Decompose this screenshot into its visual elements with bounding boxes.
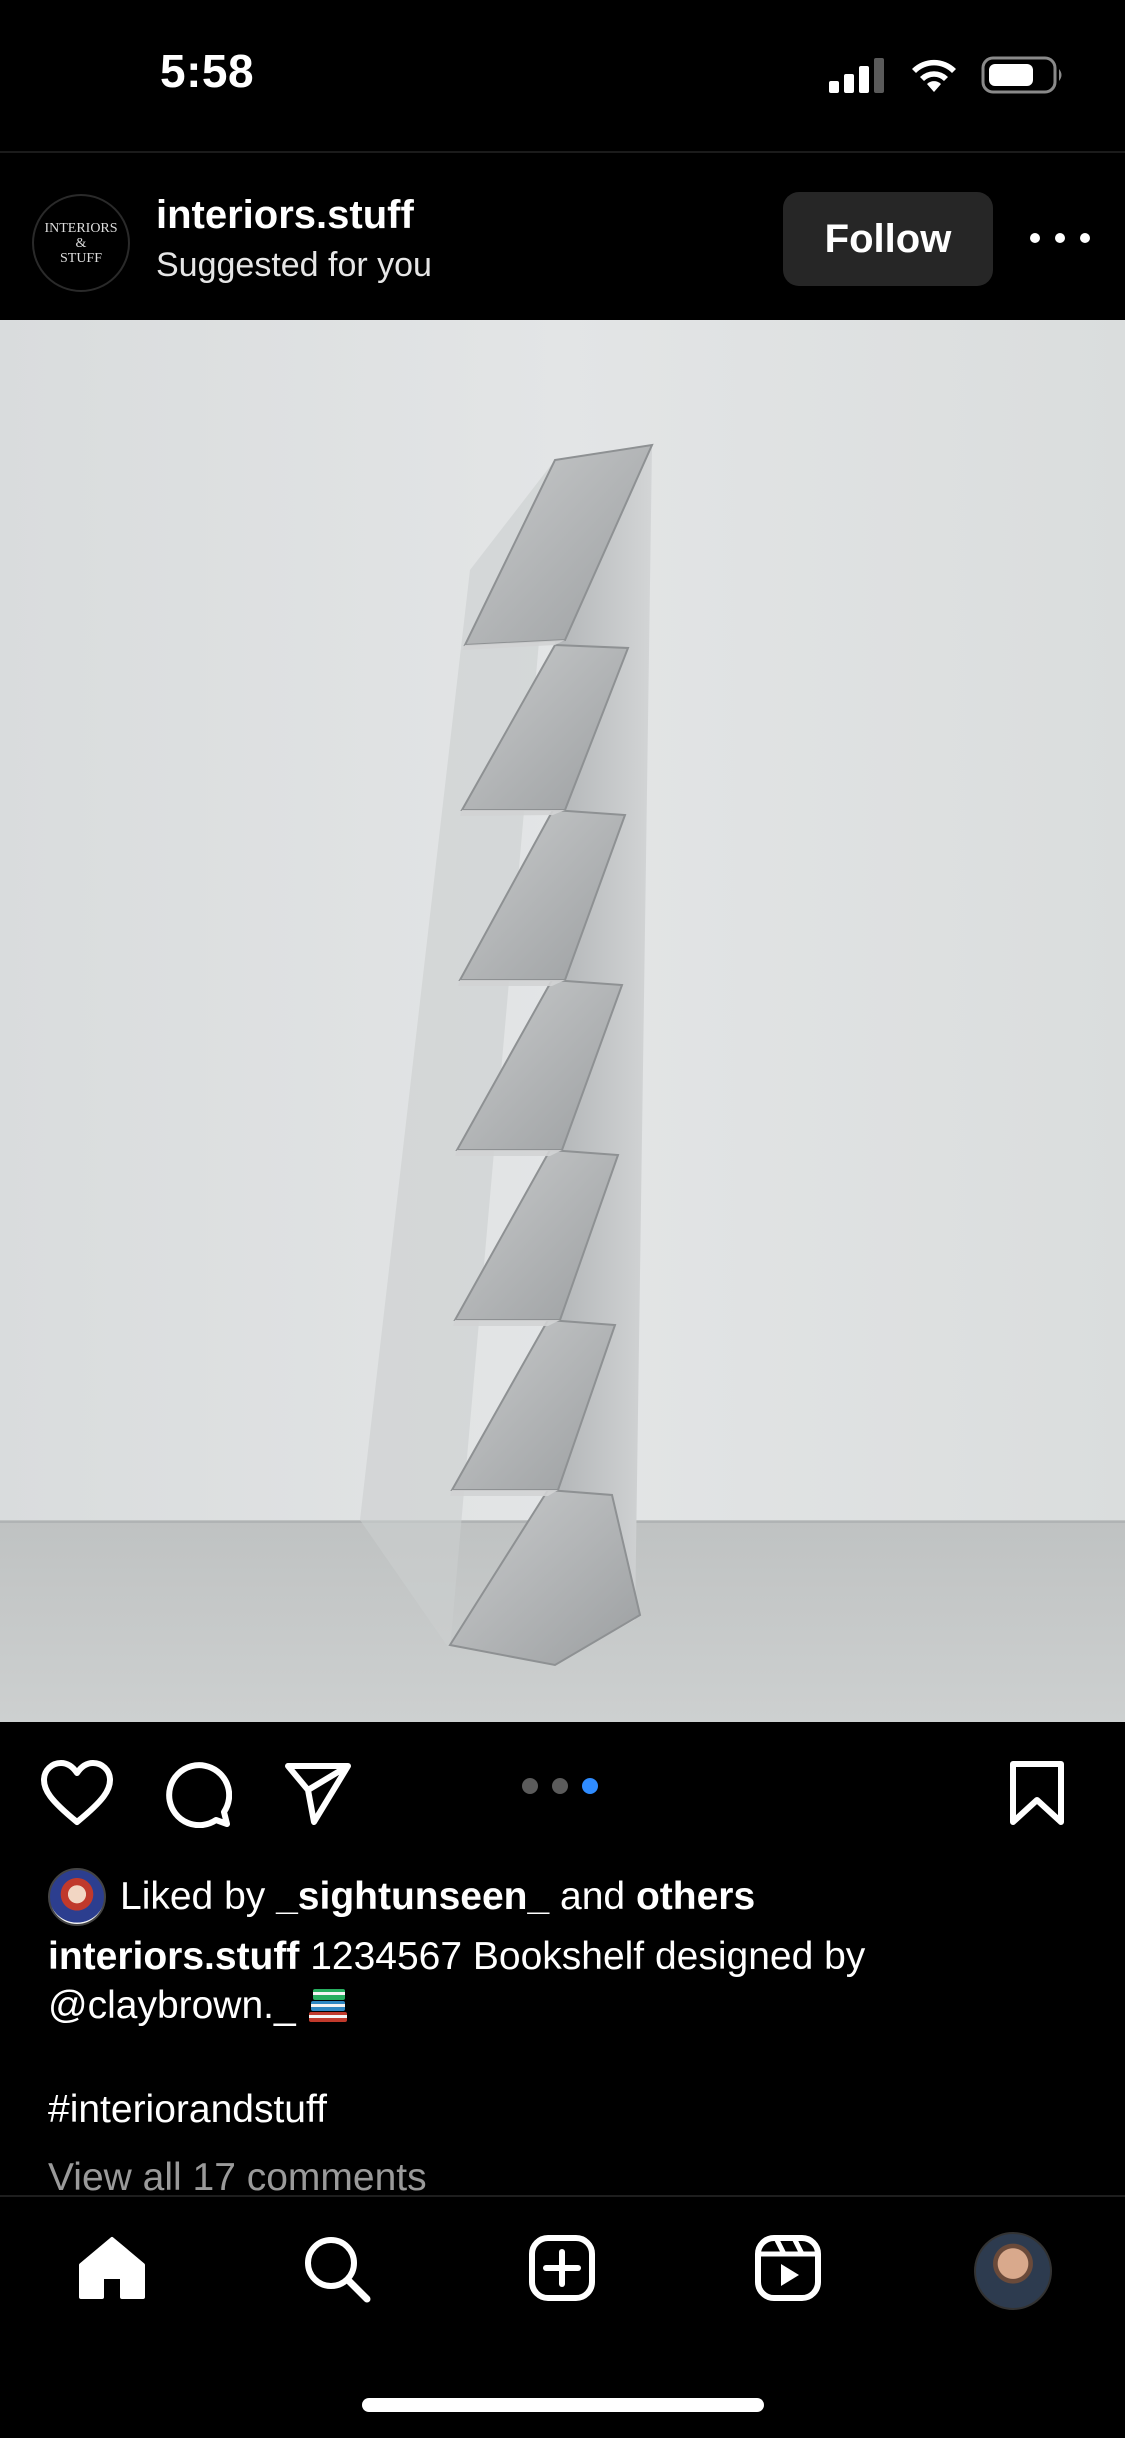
- account-avatar[interactable]: INTERIORS & STUFF: [32, 194, 130, 292]
- home-icon[interactable]: [76, 2232, 148, 2304]
- reels-icon[interactable]: [752, 2232, 824, 2304]
- carousel-dot-active: [582, 1778, 598, 1794]
- comment-icon[interactable]: [164, 1760, 232, 1828]
- carousel-indicator: [522, 1778, 598, 1794]
- likes-others-link[interactable]: others: [636, 1875, 755, 1918]
- likes-text: Liked by _sightunseen_ and others: [120, 1875, 756, 1918]
- heart-icon[interactable]: [40, 1760, 114, 1826]
- caption-username[interactable]: interiors.stuff: [48, 1935, 299, 1978]
- send-icon[interactable]: [284, 1760, 352, 1826]
- books-emoji-icon: [308, 1989, 347, 2022]
- wifi-icon: [912, 59, 956, 92]
- post-image[interactable]: [0, 320, 1125, 1722]
- account-username[interactable]: interiors.stuff: [156, 193, 414, 238]
- liker-username[interactable]: _sightunseen_: [276, 1875, 549, 1918]
- follow-button[interactable]: Follow: [783, 192, 993, 286]
- home-indicator[interactable]: [362, 2398, 764, 2412]
- caption: interiors.stuff 1234567 Bookshelf design…: [48, 1932, 1068, 2030]
- suggested-label: Suggested for you: [156, 246, 432, 284]
- more-icon[interactable]: [1030, 218, 1090, 258]
- bookmark-icon[interactable]: [1008, 1760, 1066, 1826]
- likes-row: Liked by _sightunseen_ and others: [48, 1868, 755, 1926]
- carousel-dot: [552, 1778, 568, 1794]
- profile-avatar[interactable]: [974, 2232, 1052, 2310]
- hashtag-link[interactable]: #interiorandstuff: [48, 2088, 327, 2132]
- status-time: 5:58: [160, 45, 255, 97]
- liker-avatar[interactable]: [48, 1868, 106, 1926]
- battery-icon: [981, 56, 1062, 94]
- account-logo-text: INTERIORS & STUFF: [44, 220, 118, 266]
- search-icon[interactable]: [300, 2232, 372, 2304]
- view-comments-link[interactable]: View all 17 comments: [48, 2156, 427, 2200]
- create-icon[interactable]: [526, 2232, 598, 2304]
- status-bar: 5:58: [0, 0, 1125, 150]
- status-icons: [829, 56, 1065, 94]
- signal-icon: [829, 58, 884, 93]
- carousel-dot: [522, 1778, 538, 1794]
